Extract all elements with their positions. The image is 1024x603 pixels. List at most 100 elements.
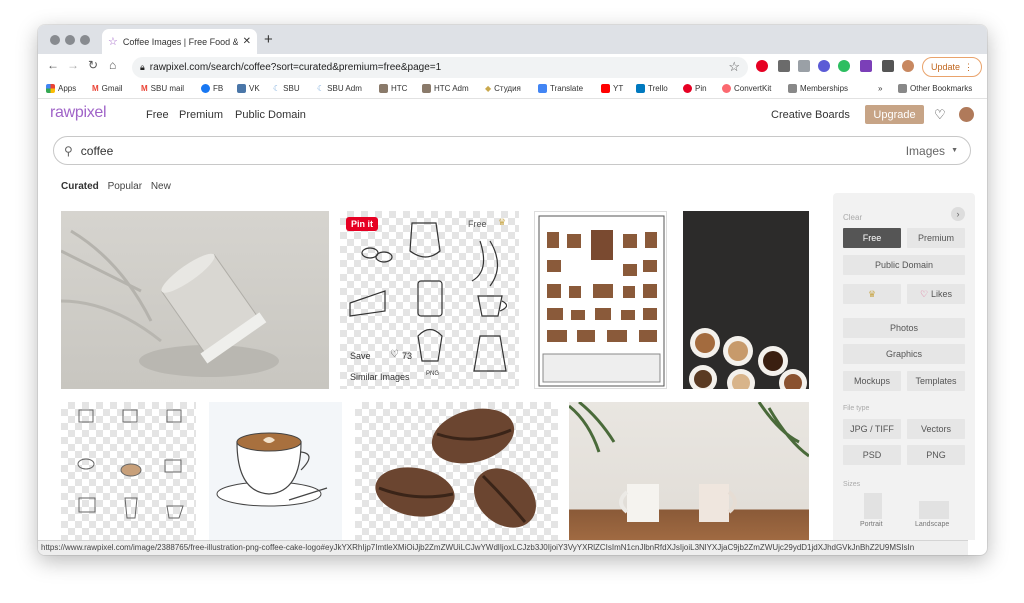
bookmark-label: Студия — [494, 84, 521, 93]
portrait-shape-icon[interactable] — [864, 493, 882, 519]
more-menu-icon: ⋮ — [964, 61, 974, 72]
profile-avatar[interactable] — [902, 60, 914, 72]
purple-extension-icon[interactable] — [860, 60, 872, 72]
camera-extension-icon[interactable] — [798, 60, 810, 72]
bookmark-htc[interactable]: HTC — [379, 84, 407, 93]
close-tab-icon[interactable]: ✕ — [243, 36, 251, 47]
like-heart-icon[interactable]: ♡ — [390, 349, 399, 360]
filter-png[interactable]: PNG — [907, 445, 965, 465]
search-icon: ⚲ — [64, 143, 73, 158]
lock-icon: 🔒︎ — [140, 62, 145, 72]
bookmark-trello[interactable]: Trello — [636, 84, 668, 93]
pin-it-button[interactable]: Pin it — [346, 217, 378, 231]
filter-jpg-tiff[interactable]: JPG / TIFF — [843, 419, 901, 439]
clear-filters-link[interactable]: Clear — [843, 213, 862, 222]
creative-boards-link[interactable]: Creative Boards — [771, 109, 850, 121]
bookmark-gmail[interactable]: M Gmail — [92, 84, 123, 93]
image-paper-cup[interactable] — [61, 211, 329, 389]
bookmark-memberships[interactable]: Memberships — [788, 84, 848, 93]
maximize-window-dot[interactable] — [80, 35, 90, 45]
filter-photos[interactable]: Photos — [843, 318, 965, 338]
sbu-icon: ☾ — [273, 84, 281, 93]
minimize-window-dot[interactable] — [65, 35, 75, 45]
bookmark-other[interactable]: Other Bookmarks — [898, 84, 972, 93]
image-coffee-doodles[interactable] — [61, 402, 196, 540]
bookmark-htc-adm[interactable]: HTC Adm — [422, 84, 469, 93]
filter-templates[interactable]: Templates — [907, 371, 965, 391]
bookmark-label: VK — [249, 84, 260, 93]
back-icon[interactable]: ← — [47, 58, 59, 72]
bookmark-convertkit[interactable]: ConvertKit — [722, 84, 771, 93]
bookmark-label: HTC Adm — [434, 84, 469, 93]
search-bar[interactable]: ⚲ coffee Images ▼ — [53, 136, 971, 165]
reload-icon[interactable]: ↻ — [88, 58, 98, 72]
bookmarks-overflow[interactable]: » — [878, 84, 882, 93]
save-button[interactable]: Save — [350, 351, 371, 361]
image-vintage-catalog[interactable] — [534, 211, 667, 389]
filter-psd[interactable]: PSD — [843, 445, 901, 465]
update-button[interactable]: Update ⋮ — [922, 57, 982, 77]
landscape-shape-icon[interactable] — [919, 501, 949, 519]
bookmark-label: FB — [213, 84, 224, 93]
search-scope-select[interactable]: Images — [906, 144, 945, 158]
image-coffee-icons[interactable]: Pin it Free ♛ Save ♡ 73 Similar Images P… — [340, 211, 519, 389]
filter-vectors[interactable]: Vectors — [907, 419, 965, 439]
forward-icon[interactable]: → — [67, 58, 79, 72]
sort-popular[interactable]: Popular — [108, 181, 142, 192]
bookmark-fb[interactable]: FB — [201, 84, 223, 93]
sort-new[interactable]: New — [151, 181, 171, 192]
new-tab-icon[interactable]: + — [264, 31, 273, 48]
collapse-chevron-icon[interactable]: › — [951, 207, 965, 221]
bookmark-vk[interactable]: VK — [237, 84, 260, 93]
evernote-extension-icon[interactable] — [838, 60, 850, 72]
bookmark-sbu-adm[interactable]: ☾ SBU Adm — [317, 84, 362, 93]
bookmark-pin[interactable]: Pin — [683, 84, 707, 93]
bookmark-sbu[interactable]: ☾ SBU — [273, 84, 300, 93]
filter-graphics[interactable]: Graphics — [843, 344, 965, 364]
studio-icon: ◆ — [485, 84, 492, 93]
image-latte-art[interactable] — [209, 402, 342, 540]
crown-icon: ♛ — [498, 217, 507, 227]
browser-window: ☆ Coffee Images | Free Food & B ✕ + ← → … — [38, 25, 987, 555]
sparkle-extension-icon[interactable] — [818, 60, 830, 72]
bookmark-label: YT — [613, 84, 624, 93]
bookmark-label: ConvertKit — [734, 84, 772, 93]
bookmark-label: Translate — [550, 84, 584, 93]
image-coffee-cups-top[interactable] — [683, 211, 809, 389]
filter-free[interactable]: Free — [843, 228, 901, 248]
search-input[interactable]: coffee — [81, 144, 906, 158]
heart-icon[interactable]: ♡ — [934, 107, 946, 123]
nav-premium[interactable]: Premium — [179, 109, 223, 121]
home-icon[interactable]: ⌂ — [109, 58, 116, 72]
nav-public-domain[interactable]: Public Domain — [235, 109, 306, 121]
rawpixel-logo[interactable]: rawpixel — [50, 104, 107, 122]
user-avatar[interactable] — [959, 107, 974, 122]
filter-premium[interactable]: Premium — [907, 228, 965, 248]
puzzle-extensions-icon[interactable] — [882, 60, 894, 72]
sort-curated[interactable]: Curated — [61, 181, 99, 192]
filter-crown[interactable]: ♛ — [843, 284, 901, 304]
browser-tab[interactable]: ☆ Coffee Images | Free Food & B ✕ — [102, 29, 257, 54]
image-two-mugs[interactable] — [569, 402, 809, 540]
nav-free[interactable]: Free — [146, 109, 169, 121]
filter-mockups[interactable]: Mockups — [843, 371, 901, 391]
bookmark-label: Pin — [695, 84, 707, 93]
bookmark-sbu-mail[interactable]: M SBU mail — [141, 84, 184, 93]
bookmark-yt[interactable]: YT — [601, 84, 623, 93]
upgrade-button[interactable]: Upgrade — [865, 105, 924, 124]
filter-public-domain[interactable]: Public Domain — [843, 255, 965, 275]
pinterest-extension-icon[interactable] — [756, 60, 768, 72]
url-text: rawpixel.com/search/coffee?sort=curated&… — [149, 62, 442, 73]
address-bar[interactable]: 🔒︎ rawpixel.com/search/coffee?sort=curat… — [132, 57, 748, 78]
pen-extension-icon[interactable] — [778, 60, 790, 72]
bookmark-studio[interactable]: ◆ Студия — [485, 84, 521, 93]
youtube-icon — [601, 84, 610, 93]
filter-likes[interactable]: ♡ Likes — [907, 284, 965, 304]
image-coffee-beans[interactable] — [355, 402, 558, 540]
similar-images-link[interactable]: Similar Images — [350, 372, 410, 382]
bookmark-translate[interactable]: Translate — [538, 84, 583, 93]
bookmark-apps[interactable]: Apps — [46, 84, 76, 93]
bookmark-star-icon[interactable]: ☆ — [728, 59, 740, 75]
vintage-catalog-illustration — [538, 215, 665, 387]
close-window-dot[interactable] — [50, 35, 60, 45]
